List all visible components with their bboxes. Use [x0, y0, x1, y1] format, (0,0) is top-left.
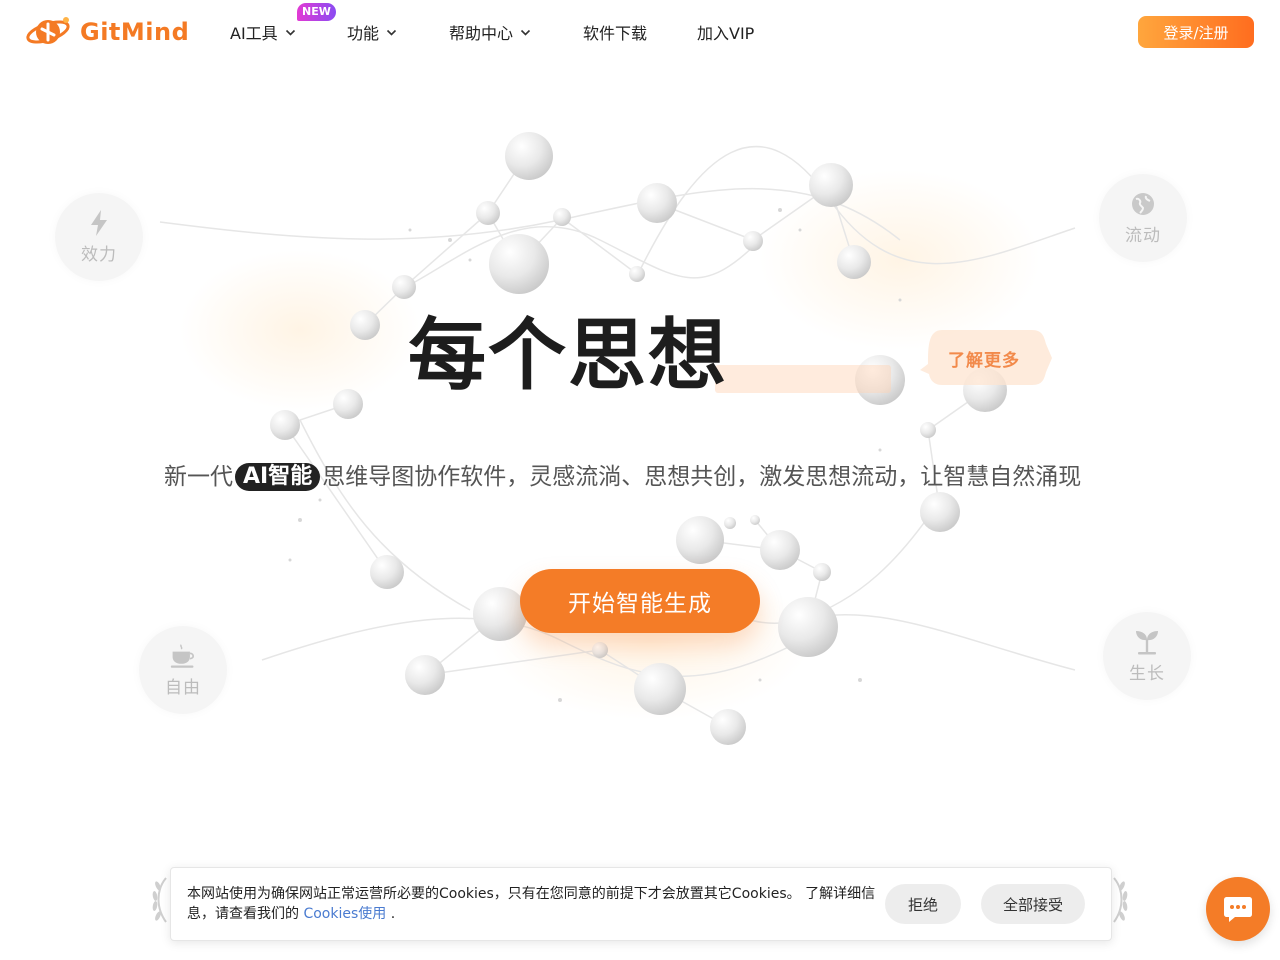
sprout-icon — [1134, 629, 1160, 655]
nav-item-label: AI工具 — [230, 24, 278, 43]
nav-item-label: 帮助中心 — [449, 24, 514, 43]
top-header: GitMind AI工具 NEW 功能 帮助中心 软件下载 加入VIP 登录/注… — [0, 0, 1280, 64]
ai-smart-chip: AI智能 — [235, 463, 321, 491]
feature-growth: 生长 — [1103, 612, 1191, 700]
new-badge: NEW — [297, 3, 336, 21]
nav-item-join-vip[interactable]: 加入VIP — [697, 20, 754, 44]
chevron-down-icon — [285, 27, 296, 38]
feature-flow: 流动 — [1099, 174, 1187, 262]
nav-item-download[interactable]: 软件下载 — [583, 20, 647, 44]
nav-item-ai-tools[interactable]: AI工具 — [230, 20, 296, 44]
brand-logo[interactable]: GitMind — [24, 14, 189, 50]
laurel-right-icon — [1113, 877, 1128, 923]
learn-more-bubble[interactable]: 了解更多 — [920, 330, 1052, 385]
nav-item-label: 软件下载 — [583, 24, 648, 43]
chat-bubble-icon — [1224, 897, 1252, 922]
reject-cookies-button[interactable]: 拒绝 — [885, 884, 961, 924]
feature-label: 生长 — [1129, 663, 1165, 684]
subtitle-suffix: 思维导图协作软件，灵感流淌、思想共创，激发思想流动，让智慧自然涌现 — [322, 464, 1082, 490]
lightning-icon — [86, 209, 112, 236]
feature-label: 自由 — [165, 677, 201, 698]
feature-freedom: 自由 — [139, 626, 227, 714]
accept-all-cookies-button[interactable]: 全部接受 — [981, 884, 1085, 924]
gitmind-logo-icon — [26, 17, 70, 44]
hero-subtitle: 新一代 AI智能 思维导图协作软件，灵感流淌、思想共创，激发思想流动，让智慧自然… — [164, 459, 1124, 495]
feature-label: 流动 — [1125, 225, 1161, 246]
cookie-consent-banner: 本网站使用为确保网站正常运营所必要的Cookies，只有在您同意的前提下才会放置… — [170, 867, 1112, 941]
hero-title: 每个思想 — [408, 311, 729, 401]
nav-item-features[interactable]: 功能 — [347, 20, 397, 44]
chevron-down-icon — [386, 27, 397, 38]
globe-icon — [1130, 191, 1156, 217]
laurel-left-icon — [152, 877, 167, 923]
live-chat-button[interactable] — [1206, 877, 1270, 941]
feature-label: 效力 — [81, 244, 117, 265]
nav-item-label: 功能 — [347, 24, 380, 43]
coffee-cup-icon — [170, 643, 196, 669]
learn-more-label: 了解更多 — [948, 351, 1020, 371]
subtitle-prefix: 新一代 — [164, 464, 233, 490]
brand-name: GitMind — [80, 18, 190, 46]
cookie-message-end: . — [386, 906, 396, 922]
title-highlight-placeholder — [715, 365, 891, 393]
login-register-button[interactable]: 登录/注册 — [1138, 16, 1254, 48]
chevron-down-icon — [520, 27, 531, 38]
cookie-message: 本网站使用为确保网站正常运营所必要的Cookies，只有在您同意的前提下才会放置… — [187, 884, 877, 924]
cookies-policy-link[interactable]: Cookies使用 — [303, 906, 386, 922]
cookie-message-text: 本网站使用为确保网站正常运营所必要的Cookies，只有在您同意的前提下才会放置… — [187, 886, 876, 922]
nav-item-help-center[interactable]: 帮助中心 — [449, 20, 531, 44]
page: GitMind AI工具 NEW 功能 帮助中心 软件下载 加入VIP 登录/注… — [0, 0, 1280, 960]
nav-item-label: 加入VIP — [697, 24, 755, 43]
feature-efficiency: 效力 — [55, 193, 143, 281]
start-ai-generate-button[interactable]: 开始智能生成 — [520, 569, 760, 633]
